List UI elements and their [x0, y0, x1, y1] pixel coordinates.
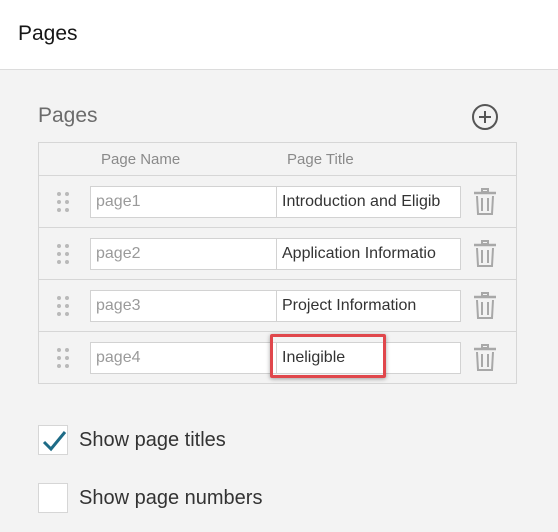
delete-page-button[interactable]: [473, 240, 497, 268]
page-title-input[interactable]: Project Information: [276, 290, 461, 322]
trash-icon: [474, 240, 496, 267]
page-name-input[interactable]: page2: [90, 238, 277, 270]
table-row: page2 Application Informatio: [39, 227, 516, 279]
column-header-page-name: Page Name: [101, 151, 181, 168]
delete-page-button[interactable]: [473, 344, 497, 372]
drag-handle-icon[interactable]: [57, 244, 71, 264]
highlight-box: [270, 334, 386, 378]
show-page-titles-checkbox[interactable]: [38, 425, 68, 455]
delete-page-button[interactable]: [473, 188, 497, 216]
add-page-button[interactable]: [471, 103, 499, 131]
page-title-input[interactable]: Application Informatio: [276, 238, 461, 270]
header-title: Pages: [18, 22, 78, 45]
drag-handle-icon[interactable]: [57, 296, 71, 316]
page-title-input[interactable]: Introduction and Eligib: [276, 186, 461, 218]
table-row: page3 Project Information: [39, 279, 516, 331]
trash-icon: [474, 292, 496, 319]
page-name-input[interactable]: page4: [90, 342, 277, 374]
page-name-input[interactable]: page3: [90, 290, 277, 322]
checkmark-icon: [42, 431, 67, 452]
show-page-numbers-checkbox[interactable]: [38, 483, 68, 513]
drag-handle-icon[interactable]: [57, 192, 71, 212]
plus-circle-icon: [472, 104, 498, 130]
drag-handle-icon[interactable]: [57, 348, 71, 368]
header: Pages: [0, 0, 558, 70]
delete-page-button[interactable]: [473, 292, 497, 320]
section-title: Pages: [38, 104, 98, 127]
show-page-titles-label: Show page titles: [79, 429, 226, 451]
page-name-input[interactable]: page1: [90, 186, 277, 218]
show-page-numbers-label: Show page numbers: [79, 487, 263, 509]
column-header-page-title: Page Title: [287, 151, 354, 168]
trash-icon: [474, 344, 496, 371]
trash-icon: [474, 188, 496, 215]
table-row: page1 Introduction and Eligib: [39, 175, 516, 227]
